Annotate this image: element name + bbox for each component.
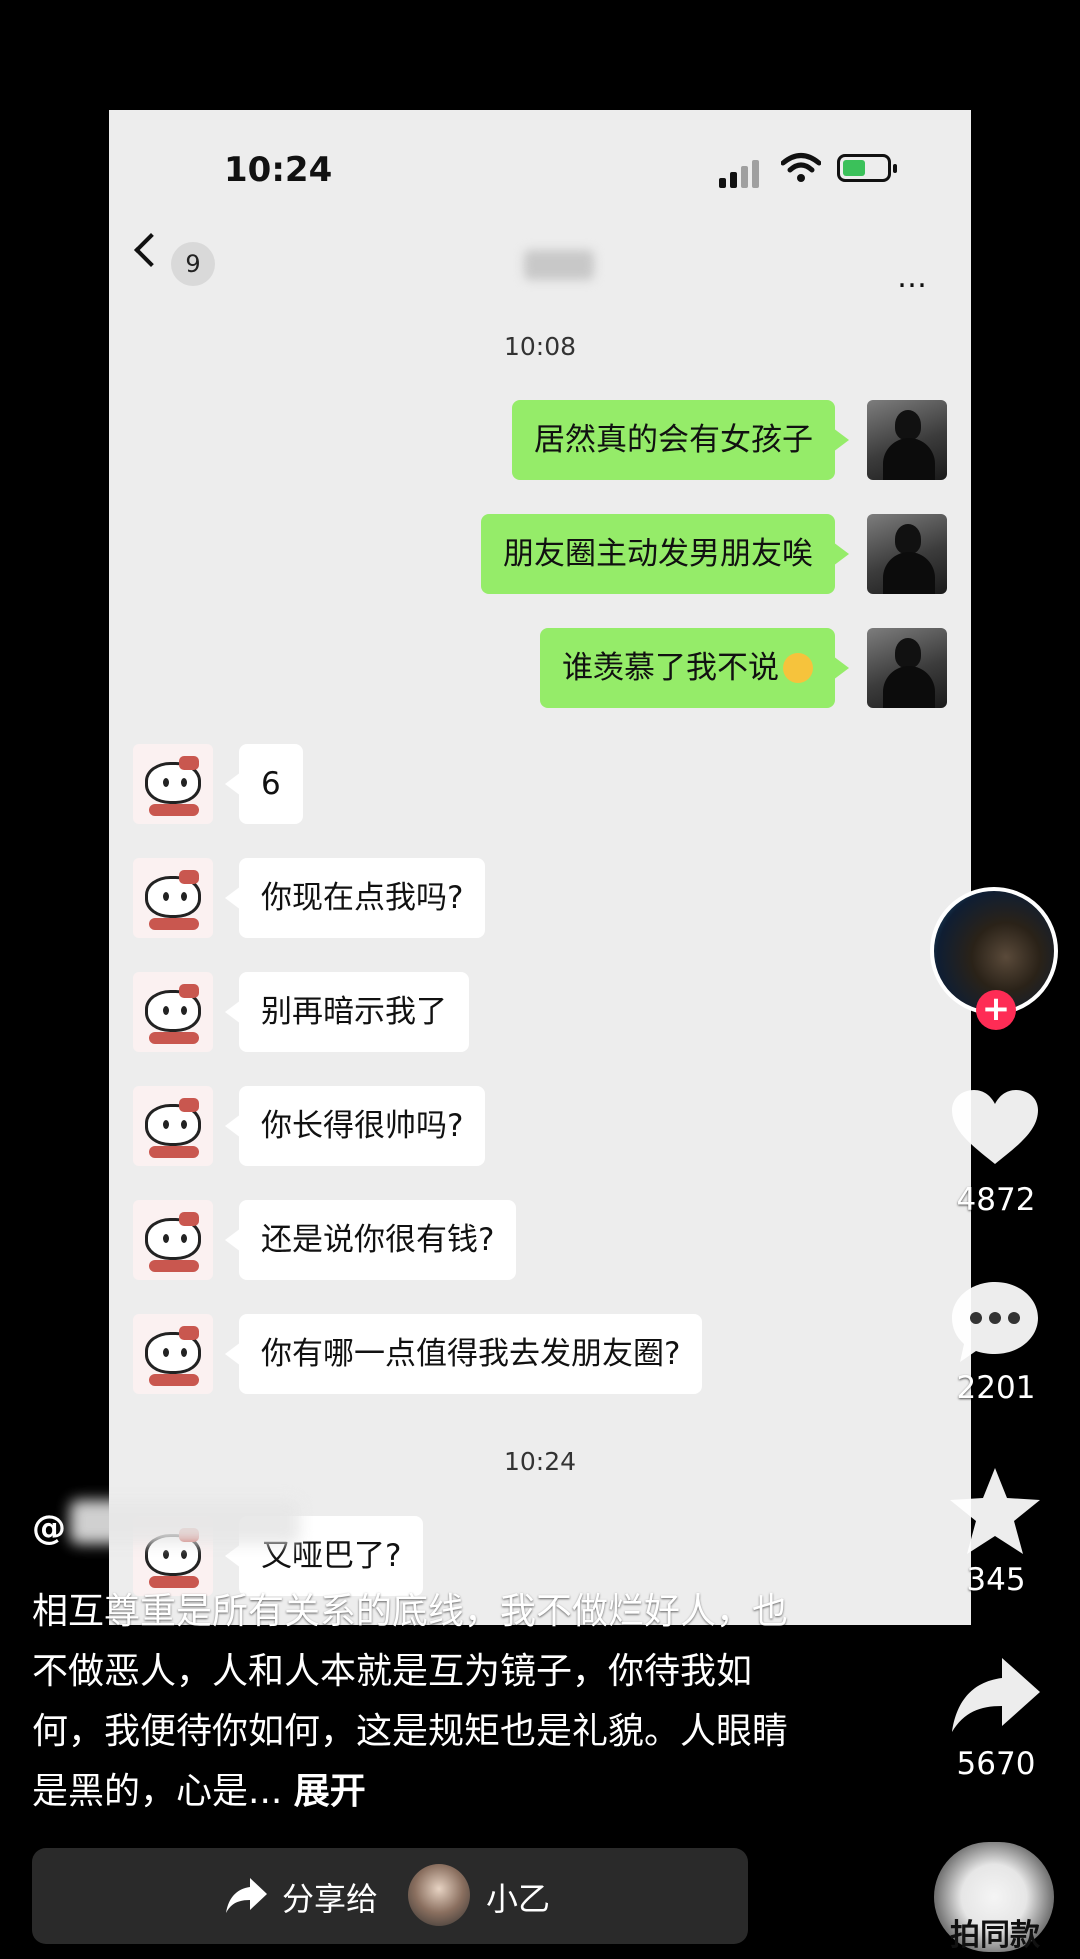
back-icon[interactable] [134,233,168,267]
comment-icon[interactable] [950,1280,1040,1364]
caption-text: 相互尊重是所有关系的底线，我不做烂好人，也不做恶人，人和人本就是互为镜子，你待我… [32,1591,789,1812]
my-avatar[interactable] [867,514,947,594]
friend-name: 小乙 [486,1880,551,1918]
message-received[interactable]: 你长得很帅吗? [224,1086,486,1166]
chat-title-redacted [524,250,594,280]
username-redacted [70,1500,300,1544]
message-sent[interactable]: 谁羡慕了我不说 [540,628,849,708]
author-username[interactable]: @ [32,1508,66,1548]
share-arrow-icon[interactable] [950,1656,1042,1736]
unread-badge[interactable]: 9 [171,242,215,286]
heart-icon[interactable] [950,1088,1040,1168]
message-received[interactable]: 6 [225,744,303,824]
wifi-icon [781,153,821,182]
share-to-friend-bar[interactable] [32,1848,748,1944]
message-received[interactable]: 还是说你很有钱? [224,1200,517,1280]
timestamp: 10:24 [503,1447,577,1476]
message-text: 谁羡慕了我不说 [562,650,779,686]
my-avatar[interactable] [867,628,947,708]
follow-button[interactable]: + [976,990,1016,1030]
favorite-count: 345 [966,1562,1026,1598]
video-caption[interactable]: 相互尊重是所有关系的底线，我不做烂好人，也不做恶人，人和人本就是互为镜子，你待我… [32,1582,792,1822]
contact-avatar[interactable] [133,744,213,824]
message-sent[interactable]: 居然真的会有女孩子 [512,400,849,480]
comment-count: 2201 [956,1370,1036,1406]
friend-avatar [408,1864,470,1926]
message-received[interactable]: 你现在点我吗? [224,858,486,938]
same-style-button[interactable]: 拍同款 [940,1910,1050,1954]
message-received[interactable]: 你有哪一点值得我去发朋友圈? [224,1314,703,1394]
more-icon[interactable]: … [897,260,929,295]
expand-link[interactable]: 展开 [294,1771,366,1812]
share-icon [226,1878,267,1913]
contact-avatar[interactable] [133,858,213,938]
like-count: 4872 [956,1182,1036,1218]
contact-avatar[interactable] [133,1200,213,1280]
contact-avatar[interactable] [133,1314,213,1394]
share-count: 5670 [956,1746,1036,1782]
chat-screenshot: 10:24 9 … 10:08 居然真的会有女孩子 朋友圈主动发男朋友唉 谁羡慕… [109,110,971,1625]
contact-avatar[interactable] [133,1086,213,1166]
message-sent[interactable]: 朋友圈主动发男朋友唉 [481,514,849,594]
timestamp: 10:08 [503,332,577,361]
my-avatar[interactable] [867,400,947,480]
contact-avatar[interactable] [133,972,213,1052]
message-received[interactable]: 别再暗示我了 [225,972,469,1052]
battery-icon [837,154,897,182]
star-icon[interactable] [948,1466,1042,1556]
smile-emoji-icon [783,652,813,683]
signal-icon [719,158,765,188]
status-time: 10:24 [224,150,333,190]
share-to-label: 分享给 [282,1880,379,1918]
